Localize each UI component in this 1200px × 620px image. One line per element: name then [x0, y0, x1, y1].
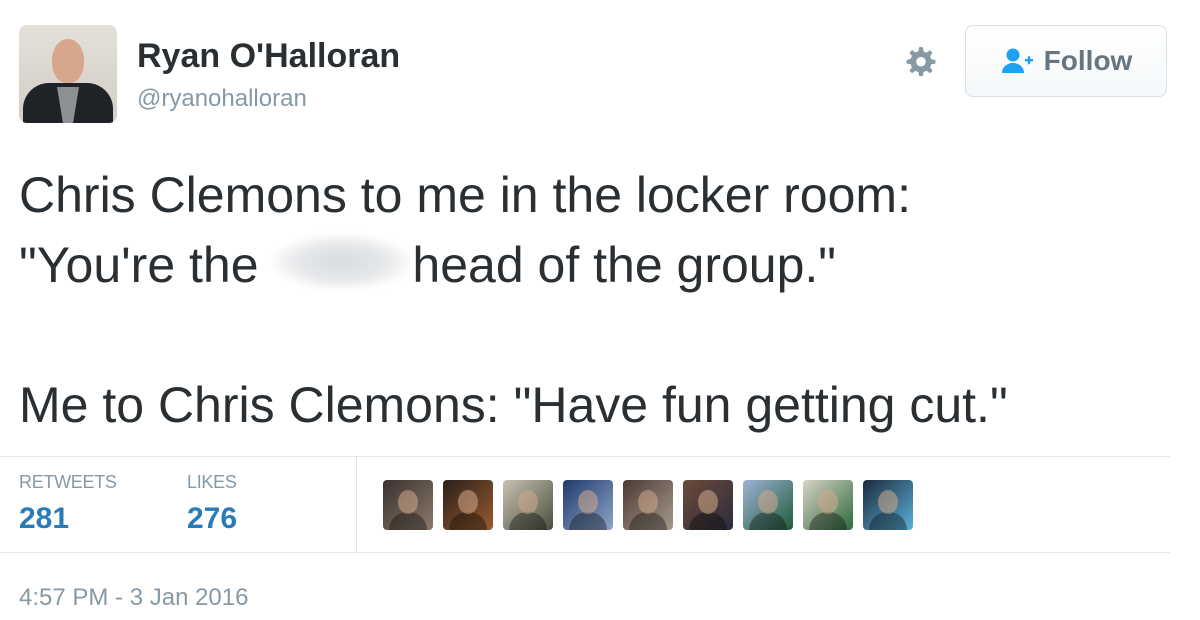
tweet-line-1: Chris Clemons to me in the locker room:: [19, 167, 911, 223]
likes-stat[interactable]: LIKES 276: [187, 472, 237, 536]
likes-label: LIKES: [187, 472, 237, 492]
tweet-line-2-start: "You're the: [19, 237, 273, 293]
follow-label: Follow: [1043, 45, 1133, 76]
liker-avatar[interactable]: [683, 480, 733, 530]
author-handle[interactable]: @ryanohalloran: [137, 85, 307, 113]
liker-avatar[interactable]: [863, 480, 913, 530]
follow-button[interactable]: Follow: [965, 25, 1167, 97]
stats-divider-vertical: [356, 457, 357, 552]
author-avatar[interactable]: [19, 25, 117, 123]
tweet-line-3: Me to Chris Clemons: "Have fun getting c…: [19, 377, 1008, 433]
retweets-label: RETWEETS: [19, 472, 117, 492]
liker-avatar[interactable]: [503, 480, 553, 530]
retweets-stat[interactable]: RETWEETS 281: [19, 472, 117, 536]
tweet-timestamp[interactable]: 4:57 PM - 3 Jan 2016: [19, 584, 248, 612]
liker-avatar[interactable]: [383, 480, 433, 530]
stats-divider-bottom: [0, 552, 1170, 553]
gear-icon[interactable]: [902, 44, 940, 82]
likes-count[interactable]: 276: [187, 502, 237, 536]
avatar-head: [52, 39, 84, 83]
censored-word-blur: [272, 234, 413, 290]
retweets-count[interactable]: 281: [19, 502, 117, 536]
liker-avatar[interactable]: [563, 480, 613, 530]
liker-avatar[interactable]: [623, 480, 673, 530]
tweet-text: Chris Clemons to me in the locker room: …: [19, 160, 1179, 440]
tweet-line-2: "You're the head of the group.": [19, 230, 1179, 300]
liker-avatar[interactable]: [743, 480, 793, 530]
liker-avatars: [383, 480, 913, 530]
stats-divider-top: [0, 456, 1170, 457]
liker-avatar[interactable]: [443, 480, 493, 530]
add-user-icon: [1001, 48, 1033, 73]
author-display-name[interactable]: Ryan O'Halloran: [137, 37, 400, 76]
tweet-line-2-end: head of the group.": [412, 237, 837, 293]
liker-avatar[interactable]: [803, 480, 853, 530]
